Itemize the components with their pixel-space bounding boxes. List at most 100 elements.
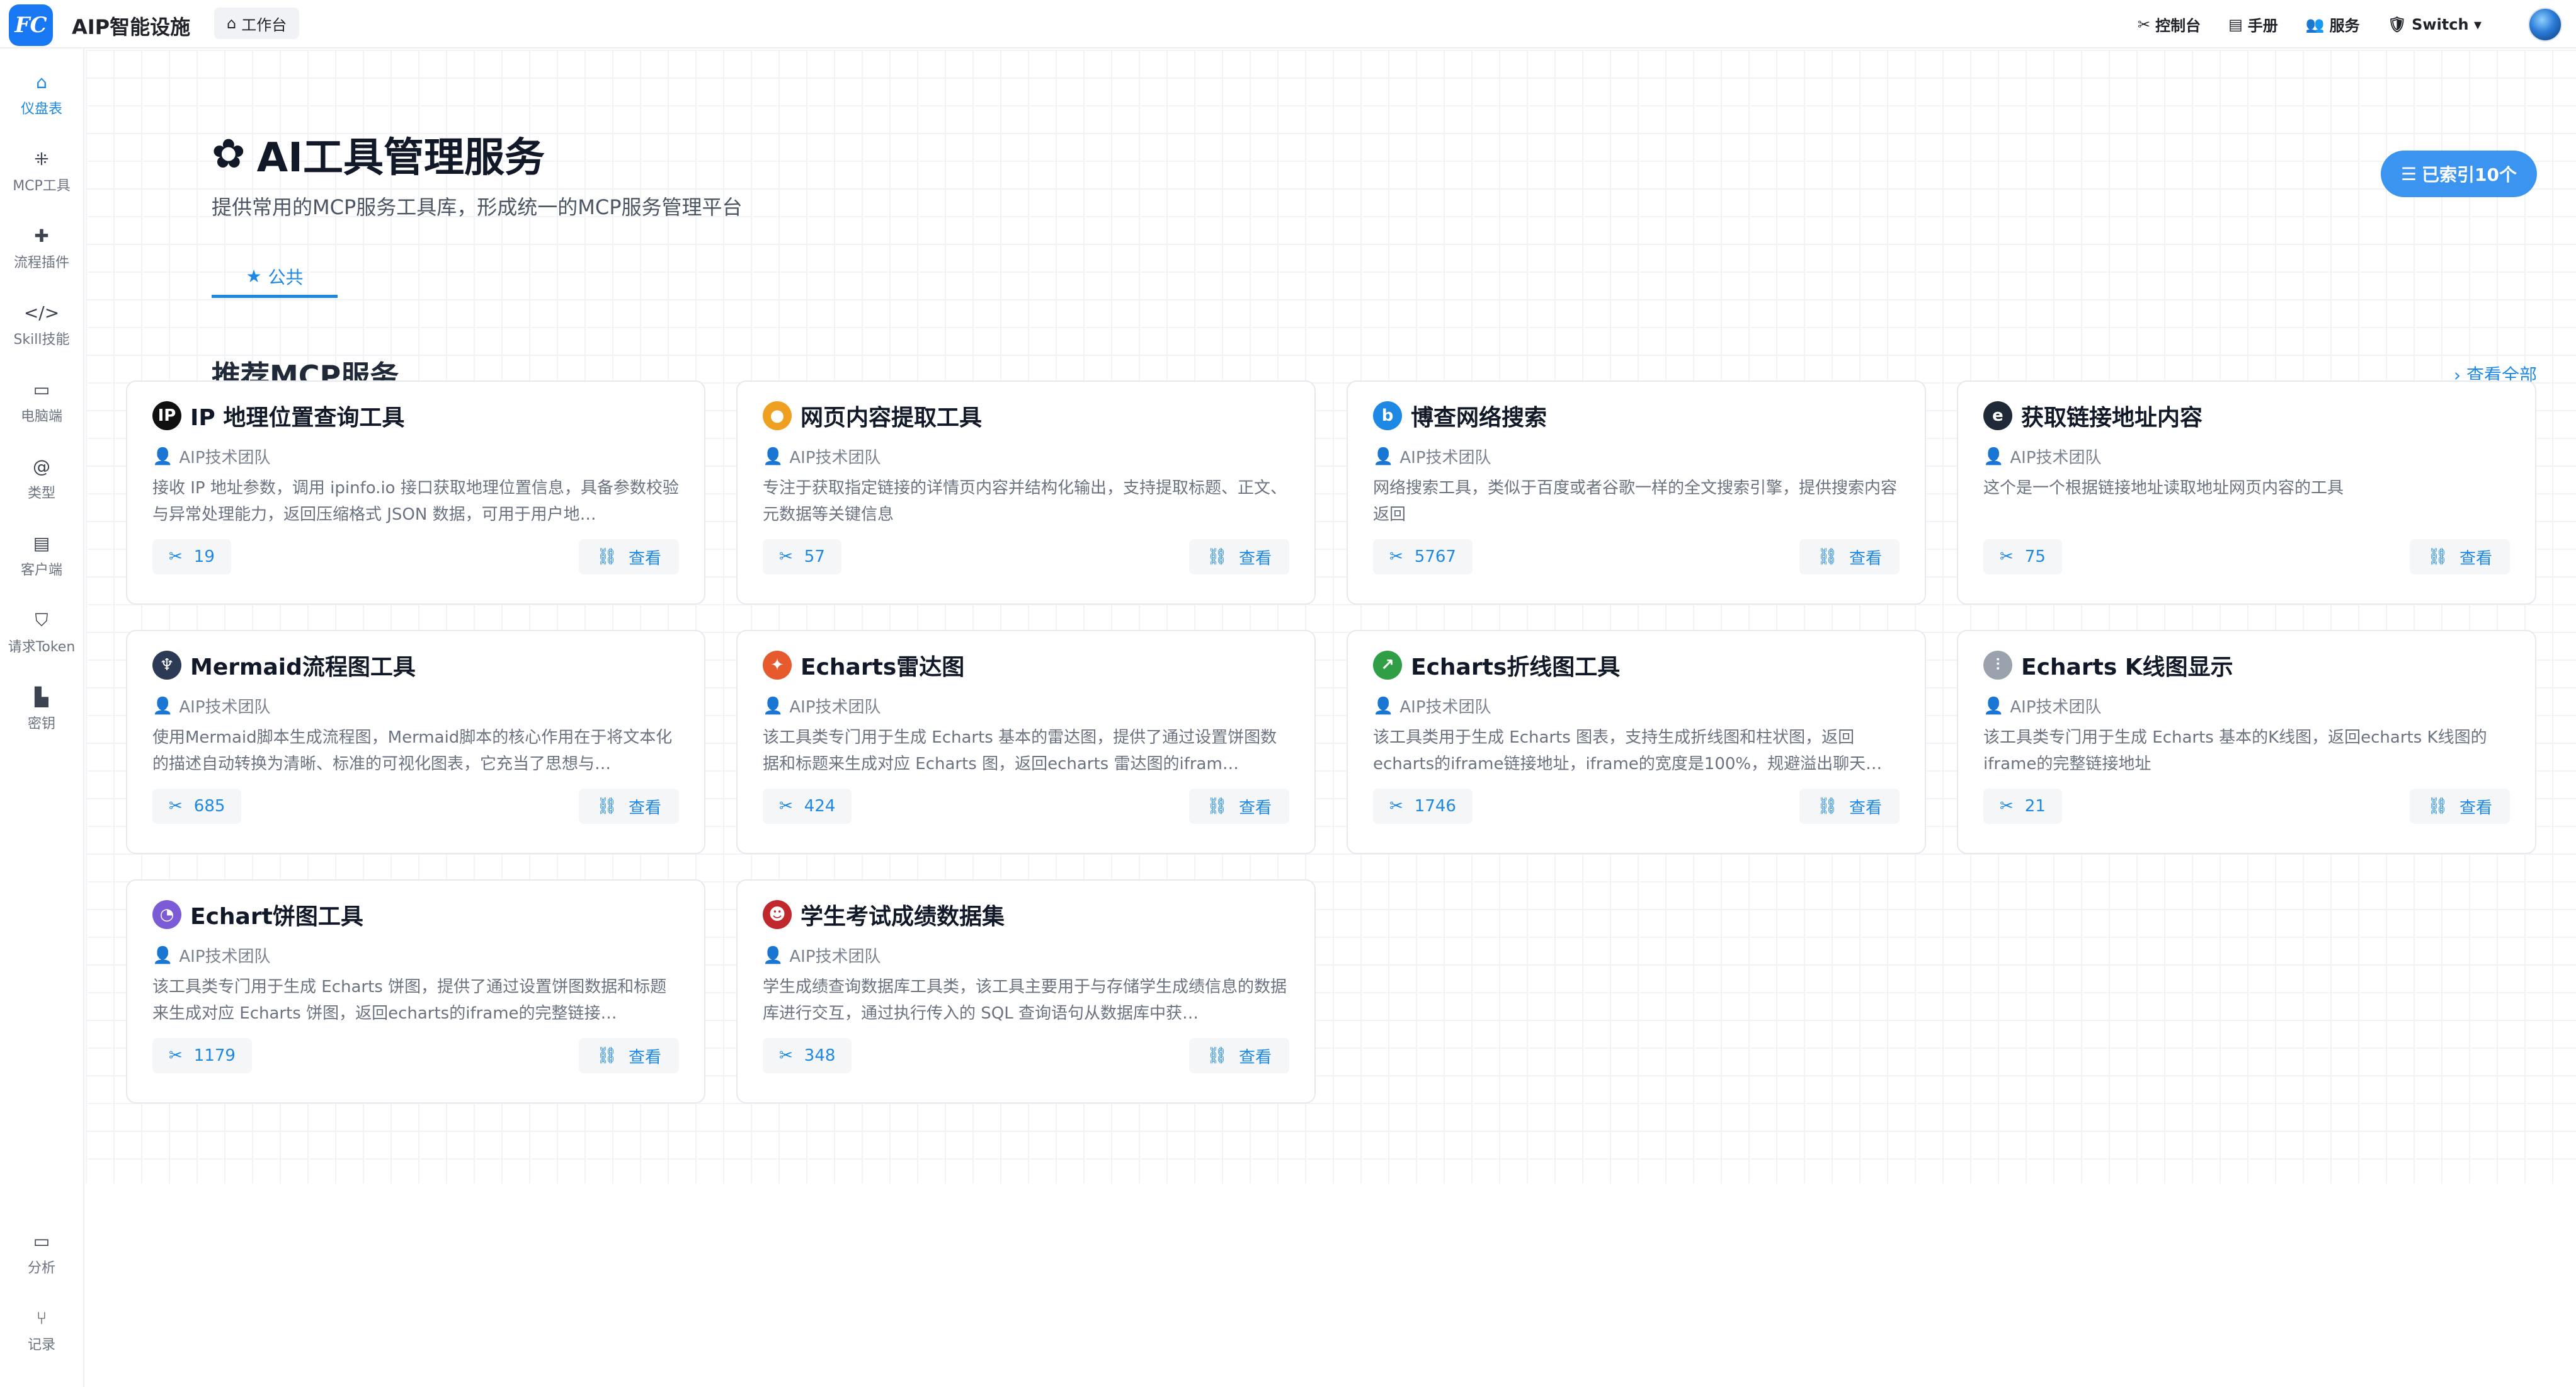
mcp-card[interactable]: ✦ Echarts雷达图 👤 AIP技术团队 该工具类专门用于生成 Echart… [736, 630, 1316, 854]
workbench-label: 工作台 [241, 16, 287, 34]
page-title: ✿ AI工具管理服务 [212, 125, 545, 183]
user-icon: 👤 [763, 945, 784, 965]
tools-icon: ✂ [169, 797, 183, 816]
sidebar-item-analytics[interactable]: ▭ 分析 [0, 1220, 83, 1289]
view-button[interactable]: ⛓ 查看 [578, 789, 679, 824]
card-header: ● 网页内容提取工具 [763, 399, 982, 432]
view-button-label: 查看 [1238, 798, 1272, 818]
sidebar-item-keys[interactable]: ▙ 密钥 [0, 676, 83, 745]
link-icon: ⛓ [1206, 547, 1228, 566]
mcp-card[interactable]: e 获取链接地址内容 👤 AIP技术团队 这个是一个根据链接地址读取地址网页内容… [1957, 380, 2536, 605]
manual-label: 手册 [2247, 17, 2278, 35]
view-button[interactable]: ⛓ 查看 [1799, 789, 1900, 824]
view-button[interactable]: ⛓ 查看 [1188, 539, 1289, 574]
radar-chart-icon: ✦ [763, 651, 792, 680]
card-header: ⫶ Echarts K线图显示 [1983, 649, 2233, 682]
link-icon: ⛓ [1206, 797, 1228, 816]
workbench-breadcrumb[interactable]: ⌂ 工作台 [214, 8, 300, 39]
top-nav: ✂ 控制台 ▤ 手册 👥 服务 🛡 Switch ▾ [2138, 0, 2482, 49]
view-button[interactable]: ⛓ 查看 [2409, 539, 2510, 574]
card-description: 该工具类专门用于生成 Echarts 基本的雷达图，提供了通过设置饼图数据和标题… [763, 728, 1277, 773]
usage-count-chip: ✂ 348 [763, 1038, 852, 1073]
sidebar-item-mcp-tools[interactable]: ⁜ MCP工具 [0, 138, 83, 207]
card-author-name: AIP技术团队 [179, 947, 271, 966]
mcp-card[interactable]: ◔ Echart饼图工具 👤 AIP技术团队 该工具类专门用于生成 Echart… [126, 879, 705, 1104]
card-header: ↗ Echarts折线图工具 [1373, 649, 1620, 682]
code-icon: </> [23, 302, 60, 323]
usage-count-chip: ✂ 19 [152, 539, 231, 574]
switch-dropdown[interactable]: 🛡 Switch ▾ [2388, 16, 2482, 33]
card-header: b 博查网络搜索 [1373, 399, 1547, 432]
grid-icon: ⁜ [34, 149, 49, 169]
sidebar-item-flow-plugins[interactable]: ✚ 流程插件 [0, 215, 83, 284]
sidebar-item-desktop[interactable]: ▭ 电脑端 [0, 368, 83, 438]
sidebar: ⌂ 仪盘表 ⁜ MCP工具 ✚ 流程插件 </> Skill技能 ▭ 电脑端 @… [0, 49, 84, 1387]
mcp-card[interactable]: IP IP 地理位置查询工具 👤 AIP技术团队 接收 IP 地址参数，调用 i… [126, 380, 705, 605]
sidebar-item-records[interactable]: ⑂ 记录 [0, 1297, 83, 1366]
usage-count-chip: ✂ 57 [763, 539, 841, 574]
usage-count: 685 [193, 797, 225, 816]
mcp-card[interactable]: ♆ Mermaid流程图工具 👤 AIP技术团队 使用Mermaid脚本生成流程… [126, 630, 705, 854]
view-button-label: 查看 [1849, 549, 1882, 568]
view-button-label: 查看 [628, 798, 661, 818]
user-avatar[interactable] [2528, 8, 2562, 42]
card-description: 该工具类专门用于生成 Echarts 基本的K线图，返回echarts K线图的… [1983, 728, 2487, 773]
view-button[interactable]: ⛓ 查看 [578, 539, 679, 574]
usage-count-chip: ✂ 685 [152, 789, 242, 824]
devices-icon: ▭ [33, 1231, 50, 1252]
sidebar-item-skills[interactable]: </> Skill技能 [0, 292, 83, 361]
view-button[interactable]: ⛓ 查看 [1799, 539, 1900, 574]
sidebar-item-label: MCP工具 [13, 178, 71, 194]
mcp-card[interactable]: ☻ 学生考试成绩数据集 👤 AIP技术团队 学生成绩查询数据库工具类，该工具主要… [736, 879, 1316, 1104]
service-link[interactable]: 👥 服务 [2306, 13, 2360, 35]
mcp-card[interactable]: ↗ Echarts折线图工具 👤 AIP技术团队 该工具类用于生成 Echart… [1347, 630, 1926, 854]
view-button[interactable]: ⛓ 查看 [578, 1038, 679, 1073]
card-title: Echarts K线图显示 [2021, 654, 2233, 680]
view-button[interactable]: ⛓ 查看 [1188, 789, 1289, 824]
tools-icon: ✂ [779, 797, 793, 816]
tools-icon: ✂ [2000, 547, 2014, 566]
link-globe-icon: e [1983, 401, 2012, 430]
card-header: ✦ Echarts雷达图 [763, 649, 964, 682]
app-title[interactable]: AIP智能设施 [72, 11, 190, 40]
usage-count: 21 [2024, 797, 2046, 816]
tab-public[interactable]: ★ 公共 [212, 258, 338, 298]
view-button[interactable]: ⛓ 查看 [1188, 1038, 1289, 1073]
sidebar-item-types[interactable]: @ 类型 [0, 445, 83, 515]
mcp-card[interactable]: ⫶ Echarts K线图显示 👤 AIP技术团队 该工具类专门用于生成 Ech… [1957, 630, 2536, 854]
usage-count: 1746 [1414, 797, 1456, 816]
sidebar-item-label: 分析 [27, 1260, 55, 1276]
sidebar-item-label: 仪盘表 [20, 101, 62, 117]
tools-icon: ✂ [779, 547, 793, 566]
service-label: 服务 [2329, 17, 2360, 35]
link-icon: ⛓ [2427, 547, 2448, 566]
user-icon: 👤 [763, 447, 784, 466]
pie-chart-icon: ◔ [152, 900, 181, 929]
card-author-name: AIP技术团队 [789, 448, 881, 467]
card-title: 获取链接地址内容 [2021, 405, 2203, 431]
card-author: 👤 AIP技术团队 [763, 944, 881, 967]
card-header: ☻ 学生考试成绩数据集 [763, 898, 1005, 931]
mcp-card[interactable]: b 博查网络搜索 👤 AIP技术团队 网络搜索工具，类似于百度或者谷歌一样的全文… [1347, 380, 1926, 605]
users-icon: 👥 [2305, 15, 2325, 33]
mcp-card[interactable]: ● 网页内容提取工具 👤 AIP技术团队 专注于获取指定链接的详情页内容并结构化… [736, 380, 1316, 605]
page-subtitle: 提供常用的MCP服务工具库，形成统一的MCP服务管理平台 [212, 195, 743, 219]
card-author: 👤 AIP技术团队 [1983, 694, 2102, 717]
main-content: ✿ AI工具管理服务 提供常用的MCP服务工具库，形成统一的MCP服务管理平台 … [86, 50, 2576, 1184]
sidebar-item-clients[interactable]: ▤ 客户端 [0, 522, 83, 591]
console-link[interactable]: ✂ 控制台 [2138, 13, 2201, 35]
card-author: 👤 AIP技术团队 [152, 445, 271, 468]
usage-count-chip: ✂ 5767 [1373, 539, 1473, 574]
indexed-count-button[interactable]: ☰ 已索引10个 [2380, 151, 2537, 197]
app-logo[interactable]: FC [9, 4, 53, 46]
usage-count: 19 [193, 547, 215, 566]
link-icon: ⛓ [596, 797, 617, 816]
view-button[interactable]: ⛓ 查看 [2409, 789, 2510, 824]
view-button-label: 查看 [628, 1047, 661, 1067]
git-icon: ⑂ [36, 1308, 47, 1328]
sidebar-item-request-token[interactable]: ⛉ 请求Token [0, 599, 83, 668]
sidebar-item-dashboard[interactable]: ⌂ 仪盘表 [0, 61, 83, 130]
sidebar-item-label: 密钥 [27, 716, 55, 732]
manual-link[interactable]: ▤ 手册 [2228, 13, 2278, 35]
sidebar-item-label: Skill技能 [13, 332, 70, 348]
